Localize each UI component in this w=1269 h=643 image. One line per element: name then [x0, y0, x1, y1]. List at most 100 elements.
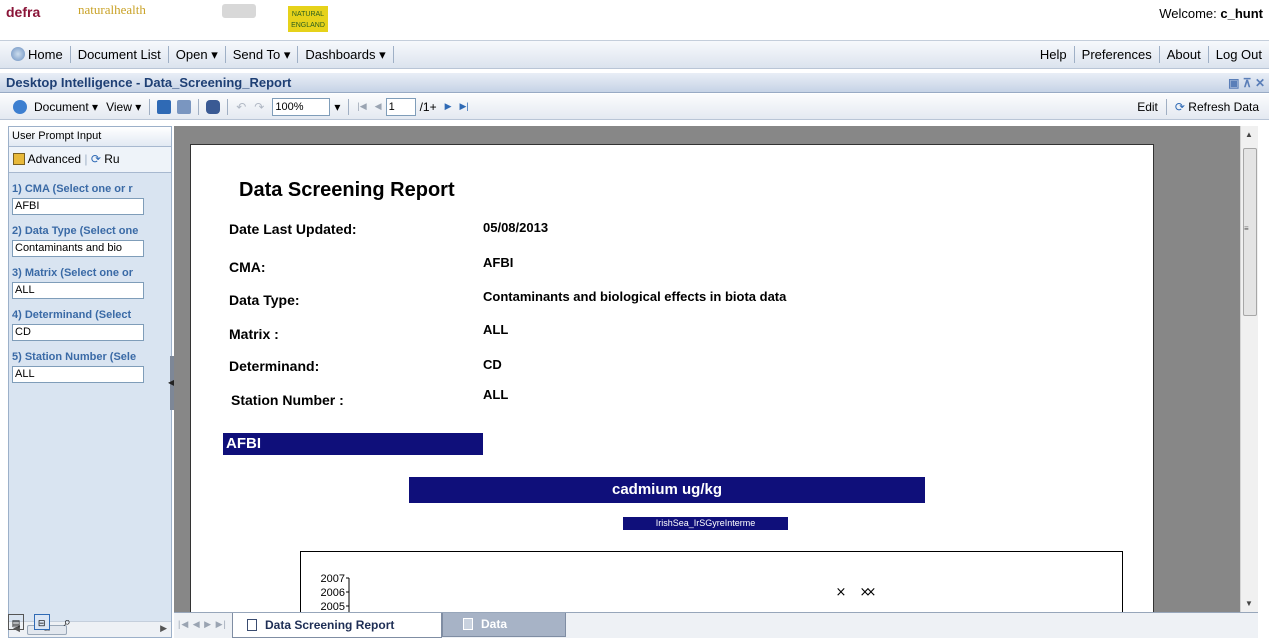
- prompt-label-station-number: 5) Station Number (Sele: [12, 351, 137, 363]
- data-tab-icon: [463, 618, 473, 630]
- menu-logout[interactable]: Log Out: [1209, 46, 1269, 63]
- save-icon[interactable]: [157, 99, 172, 114]
- next-page-icon[interactable]: ▶: [441, 101, 456, 112]
- menu-open[interactable]: Open ▾: [169, 46, 226, 63]
- field-label-matrix: Matrix :: [229, 326, 279, 342]
- defra-logo: defra: [6, 4, 41, 20]
- home-icon: [11, 47, 25, 61]
- tab-data-screening-report[interactable]: Data Screening Report: [232, 613, 442, 638]
- prompt-input-determinand[interactable]: CD: [12, 324, 144, 341]
- welcome-message: Welcome: c_hunt: [1159, 6, 1263, 21]
- menu-dashboards[interactable]: Dashboards ▾: [298, 46, 394, 63]
- prompt-label-determinand: 4) Determinand (Select: [12, 309, 132, 321]
- series-tag: IrishSea_IrSGyreInterme: [623, 517, 788, 530]
- page-number-input[interactable]: 1: [385, 97, 416, 116]
- field-value-determinand: CD: [483, 357, 502, 372]
- y-tick-label: 2006: [321, 587, 345, 599]
- document-menu[interactable]: Document ▾: [30, 100, 102, 114]
- partner-logo-image: [222, 4, 256, 18]
- prompt-input-data-type[interactable]: Contaminants and bio: [12, 240, 144, 257]
- chevron-down-icon: ▾: [379, 47, 386, 62]
- scroll-up-icon: ▲: [1245, 130, 1253, 139]
- print-icon[interactable]: [177, 99, 192, 114]
- chevron-down-icon: ▾: [211, 47, 218, 62]
- section-header: AFBI: [223, 433, 483, 455]
- report-viewer: Data Screening Report Date Last Updated:…: [174, 126, 1240, 612]
- report-tab-icon: [247, 619, 257, 631]
- menu-help[interactable]: Help: [1033, 46, 1075, 63]
- welcome-prefix: Welcome:: [1159, 6, 1217, 21]
- advanced-icon: [13, 153, 25, 165]
- field-label-determinand: Determinand:: [229, 358, 320, 374]
- prompt-input-matrix[interactable]: ALL: [12, 282, 144, 299]
- window-title-bar: Desktop Intelligence - Data_Screening_Re…: [0, 73, 1269, 93]
- field-label-station-number: Station Number :: [231, 392, 344, 408]
- document-icon: [13, 99, 27, 114]
- find-icon[interactable]: [206, 99, 221, 114]
- scroll-grip-icon: ≡: [1244, 224, 1249, 233]
- y-tick-label: 2005: [321, 601, 345, 612]
- run-button[interactable]: ⟳ Ru: [91, 152, 120, 166]
- scatter-point: ×: [836, 585, 847, 600]
- user-prompt-panel: User Prompt Input Advanced | ⟳ Ru 1) CMA…: [8, 126, 172, 638]
- viewer-vscroll[interactable]: ▲ ≡ ▼: [1240, 126, 1258, 612]
- report-page: Data Screening Report Date Last Updated:…: [190, 144, 1154, 612]
- page-total: /1+: [419, 99, 437, 114]
- field-label-date: Date Last Updated:: [229, 221, 357, 237]
- edit-button[interactable]: Edit: [1133, 100, 1162, 114]
- prompt-label-cma: 1) CMA (Select one or r: [12, 183, 133, 195]
- document-toolbar: Document ▾ View ▾ ↶ ↷ 100% ▾ |◀ ◀ 1 /1+ …: [0, 94, 1269, 120]
- field-value-matrix: ALL: [483, 322, 509, 337]
- natural-health-logo: naturalhealth: [78, 2, 146, 17]
- first-page-icon[interactable]: |◀: [353, 101, 370, 112]
- field-value-data-type: Contaminants and biological effects in b…: [483, 289, 787, 304]
- panel-bottom-icons: ▤ ⊟ ⌕: [8, 614, 168, 638]
- scatter-point: ×: [866, 585, 877, 600]
- chart-area: 2007 2006 2005 × × ×: [300, 551, 1123, 612]
- close-icon: ✕: [1254, 76, 1265, 90]
- branding-bar: defra naturalhealth NATURAL ENGLAND Welc…: [0, 0, 1269, 36]
- zoom-select[interactable]: 100%: [272, 97, 331, 116]
- report-tabs: |◀ ◀ ▶ ▶| Data Screening Report Data: [174, 612, 1258, 638]
- report-title: Data Screening Report: [239, 179, 455, 201]
- refresh-data-button[interactable]: ⟳ Refresh Data: [1171, 100, 1263, 114]
- natural-england-logo: NATURAL ENGLAND: [288, 6, 328, 32]
- field-value-cma: AFBI: [483, 255, 514, 270]
- prev-page-icon[interactable]: ◀: [371, 101, 386, 112]
- window-buttons[interactable]: ▣ ⊼ ✕: [1228, 74, 1265, 93]
- menu-preferences[interactable]: Preferences: [1075, 46, 1160, 63]
- chevron-down-icon: ▾: [283, 47, 291, 62]
- scatter-chart: 200720062005× ××: [321, 573, 877, 612]
- field-value-date: 05/08/2013: [483, 220, 549, 235]
- scroll-down-icon: ▼: [1245, 599, 1253, 608]
- menu-home[interactable]: Home: [4, 46, 71, 63]
- prompt-input-station-number[interactable]: ALL: [12, 366, 144, 383]
- redo-icon[interactable]: ↷: [250, 100, 268, 114]
- advanced-button[interactable]: Advanced: [13, 152, 81, 166]
- search-icon[interactable]: ⌕: [59, 614, 75, 630]
- tab-nav-icons[interactable]: |◀ ◀ ▶ ▶|: [178, 619, 227, 630]
- prompt-panel-title: User Prompt Input: [9, 127, 171, 147]
- prompt-label-data-type: 2) Data Type (Select one: [12, 225, 139, 237]
- menu-document-list[interactable]: Document List: [71, 46, 169, 63]
- run-icon: ⟳: [90, 152, 101, 166]
- field-label-cma: CMA:: [229, 259, 266, 275]
- prompt-input-cma[interactable]: AFBI: [12, 198, 144, 215]
- field-label-data-type: Data Type:: [229, 292, 300, 308]
- tab-data[interactable]: Data: [442, 613, 566, 637]
- prompt-label-matrix: 3) Matrix (Select one or: [12, 267, 134, 279]
- zoom-dropdown-icon[interactable]: ▾: [330, 100, 344, 114]
- undo-icon[interactable]: ↶: [232, 100, 250, 114]
- maximize-icon: ▣: [1228, 76, 1240, 90]
- view-menu[interactable]: View ▾: [102, 100, 145, 114]
- window-title: Desktop Intelligence - Data_Screening_Re…: [6, 75, 292, 90]
- menu-send-to[interactable]: Send To ▾: [226, 46, 299, 63]
- menu-about[interactable]: About: [1160, 46, 1209, 63]
- document-view-icon[interactable]: ▤: [8, 614, 24, 630]
- field-value-station-number: ALL: [483, 387, 509, 402]
- pin-icon: ⊼: [1242, 76, 1252, 90]
- prompt-panel-tools: Advanced | ⟳ Ru: [9, 147, 171, 173]
- main-menu-bar: Home Document List Open ▾ Send To ▾ Dash…: [0, 40, 1269, 69]
- structure-view-icon[interactable]: ⊟: [33, 614, 50, 630]
- last-page-icon[interactable]: ▶|: [456, 101, 473, 112]
